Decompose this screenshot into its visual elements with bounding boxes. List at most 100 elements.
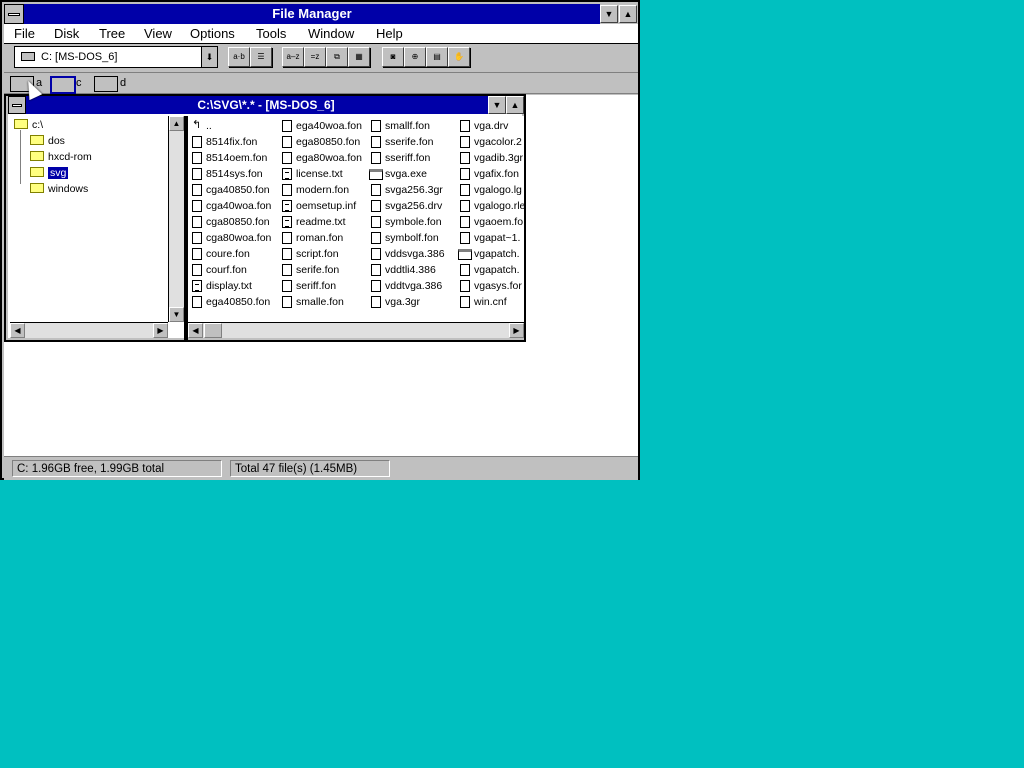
menu-tree[interactable]: Tree bbox=[99, 25, 125, 43]
file-item[interactable]: oemsetup.inf bbox=[280, 198, 362, 214]
file-name: symbole.fon bbox=[385, 216, 442, 228]
file-item[interactable]: svga.exe bbox=[369, 166, 445, 182]
file-item[interactable]: win.cnf bbox=[458, 294, 524, 310]
scroll-up-icon[interactable]: ▲ bbox=[169, 116, 184, 131]
file-name: ega40850.fon bbox=[206, 296, 271, 308]
file-item[interactable]: symbole.fon bbox=[369, 214, 445, 230]
directory-window-title[interactable]: C:\SVG\*.* - [MS-DOS_6] bbox=[26, 96, 506, 114]
tree-item-root[interactable]: c:\ bbox=[14, 118, 43, 132]
file-item[interactable]: smallf.fon bbox=[369, 118, 445, 134]
file-item[interactable]: serife.fon bbox=[280, 262, 362, 278]
file-list-horizontal-scrollbar[interactable]: ◀ ▶ bbox=[188, 322, 524, 338]
file-item[interactable]: vgapatch. bbox=[458, 262, 524, 278]
file-name: license.txt bbox=[296, 168, 343, 180]
system-menu-button[interactable] bbox=[4, 4, 24, 24]
file-item[interactable]: cga80woa.fon bbox=[190, 230, 271, 246]
menu-help[interactable]: Help bbox=[376, 25, 403, 43]
menu-disk[interactable]: Disk bbox=[54, 25, 79, 43]
file-item[interactable]: vga.drv bbox=[458, 118, 524, 134]
minimize-button[interactable]: ▼ bbox=[600, 5, 618, 23]
file-item[interactable]: vgaoem.fo bbox=[458, 214, 524, 230]
file-item[interactable]: vddtli4.386 bbox=[369, 262, 445, 278]
sort-by-name-button[interactable]: a–z bbox=[282, 47, 304, 67]
file-item[interactable]: vga.3gr bbox=[369, 294, 445, 310]
file-icon bbox=[460, 120, 470, 132]
file-item[interactable]: roman.fon bbox=[280, 230, 362, 246]
file-item[interactable]: vddsvga.386 bbox=[369, 246, 445, 262]
view-all-details-button[interactable]: ☰ bbox=[250, 47, 272, 67]
tree-horizontal-scrollbar[interactable]: ◀ ▶ bbox=[10, 322, 168, 338]
file-item[interactable]: 8514sys.fon bbox=[190, 166, 271, 182]
child-minimize-button[interactable]: ▼ bbox=[488, 96, 506, 114]
file-item[interactable]: cga80850.fon bbox=[190, 214, 271, 230]
scroll-right-icon[interactable]: ▶ bbox=[153, 323, 168, 338]
file-item[interactable]: sseriff.fon bbox=[369, 150, 445, 166]
file-item[interactable]: license.txt bbox=[280, 166, 362, 182]
share-as-button[interactable]: ▤ bbox=[426, 47, 448, 67]
file-item[interactable]: 8514oem.fon bbox=[190, 150, 271, 166]
tree-item-hxcd-rom[interactable]: hxcd-rom bbox=[30, 150, 92, 164]
file-item[interactable]: vddtvga.386 bbox=[369, 278, 445, 294]
file-item[interactable]: ega40woa.fon bbox=[280, 118, 362, 134]
disconnect-drive-button[interactable]: ⊕ bbox=[404, 47, 426, 67]
stop-sharing-button[interactable]: ✋ bbox=[448, 47, 470, 67]
dropdown-arrow-icon[interactable]: ⬇ bbox=[201, 47, 217, 67]
child-maximize-button[interactable]: ▲ bbox=[506, 96, 524, 114]
sort-by-type-button[interactable]: =z bbox=[304, 47, 326, 67]
file-item[interactable]: sserife.fon bbox=[369, 134, 445, 150]
sort-by-date-button[interactable]: ▦ bbox=[348, 47, 370, 67]
file-item[interactable]: vgafix.fon bbox=[458, 166, 524, 182]
menu-options[interactable]: Options bbox=[190, 25, 235, 43]
tree-item-svg[interactable]: svg bbox=[30, 166, 69, 180]
file-item[interactable]: ega40850.fon bbox=[190, 294, 271, 310]
file-item[interactable]: ega80850.fon bbox=[280, 134, 362, 150]
scroll-left-icon[interactable]: ◀ bbox=[10, 323, 25, 338]
sort-by-size-button[interactable]: ⧉ bbox=[326, 47, 348, 67]
file-list: ↰.. 8514fix.fon 8514oem.fon 8514sys.fon cga4… bbox=[188, 116, 524, 322]
view-by-name-button[interactable]: a·b bbox=[228, 47, 250, 67]
file-item[interactable]: script.fon bbox=[280, 246, 362, 262]
file-item[interactable]: cga40woa.fon bbox=[190, 198, 271, 214]
file-item[interactable]: coure.fon bbox=[190, 246, 271, 262]
window-title[interactable]: File Manager bbox=[24, 4, 600, 24]
file-item[interactable]: symbolf.fon bbox=[369, 230, 445, 246]
file-item[interactable]: vgasys.for bbox=[458, 278, 524, 294]
file-item[interactable]: ega80woa.fon bbox=[280, 150, 362, 166]
file-item[interactable]: modern.fon bbox=[280, 182, 362, 198]
file-item[interactable]: smalle.fon bbox=[280, 294, 362, 310]
menu-window[interactable]: Window bbox=[308, 25, 354, 43]
details-view-icon: ☰ bbox=[257, 52, 265, 61]
scroll-left-icon[interactable]: ◀ bbox=[188, 323, 203, 338]
file-item[interactable]: 8514fix.fon bbox=[190, 134, 271, 150]
child-system-menu-button[interactable] bbox=[8, 96, 26, 114]
file-item[interactable]: vgadib.3gr bbox=[458, 150, 524, 166]
file-item[interactable]: seriff.fon bbox=[280, 278, 362, 294]
file-item[interactable]: courf.fon bbox=[190, 262, 271, 278]
file-item[interactable]: vgalogo.lg bbox=[458, 182, 524, 198]
tree-vertical-scrollbar[interactable]: ▲ ▼ bbox=[168, 116, 184, 322]
file-icon bbox=[460, 216, 470, 228]
file-item[interactable]: vgacolor.2 bbox=[458, 134, 524, 150]
maximize-button[interactable]: ▲ bbox=[619, 5, 637, 23]
file-item[interactable]: vgapat~1. bbox=[458, 230, 524, 246]
minus-icon bbox=[12, 104, 22, 107]
drive-selector[interactable]: C: [MS-DOS_6] ⬇ bbox=[14, 46, 218, 68]
menu-view[interactable]: View bbox=[144, 25, 172, 43]
tree-item-windows[interactable]: windows bbox=[30, 182, 88, 196]
scroll-down-icon[interactable]: ▼ bbox=[169, 307, 184, 322]
connect-drive-button[interactable]: ◙ bbox=[382, 47, 404, 67]
menu-file[interactable]: File bbox=[14, 25, 35, 43]
scroll-thumb[interactable] bbox=[204, 323, 222, 338]
file-item[interactable]: ↰.. bbox=[190, 118, 271, 134]
file-item[interactable]: vgalogo.rle bbox=[458, 198, 524, 214]
scroll-right-icon[interactable]: ▶ bbox=[509, 323, 524, 338]
file-item[interactable]: readme.txt bbox=[280, 214, 362, 230]
file-item[interactable]: display.txt bbox=[190, 278, 271, 294]
file-item[interactable]: svga256.drv bbox=[369, 198, 445, 214]
tree-item-dos[interactable]: dos bbox=[30, 134, 65, 148]
menu-tools[interactable]: Tools bbox=[256, 25, 286, 43]
file-item[interactable]: svga256.3gr bbox=[369, 182, 445, 198]
file-item[interactable]: vgapatch. bbox=[458, 246, 524, 262]
file-item[interactable]: cga40850.fon bbox=[190, 182, 271, 198]
file-icon bbox=[371, 280, 381, 292]
